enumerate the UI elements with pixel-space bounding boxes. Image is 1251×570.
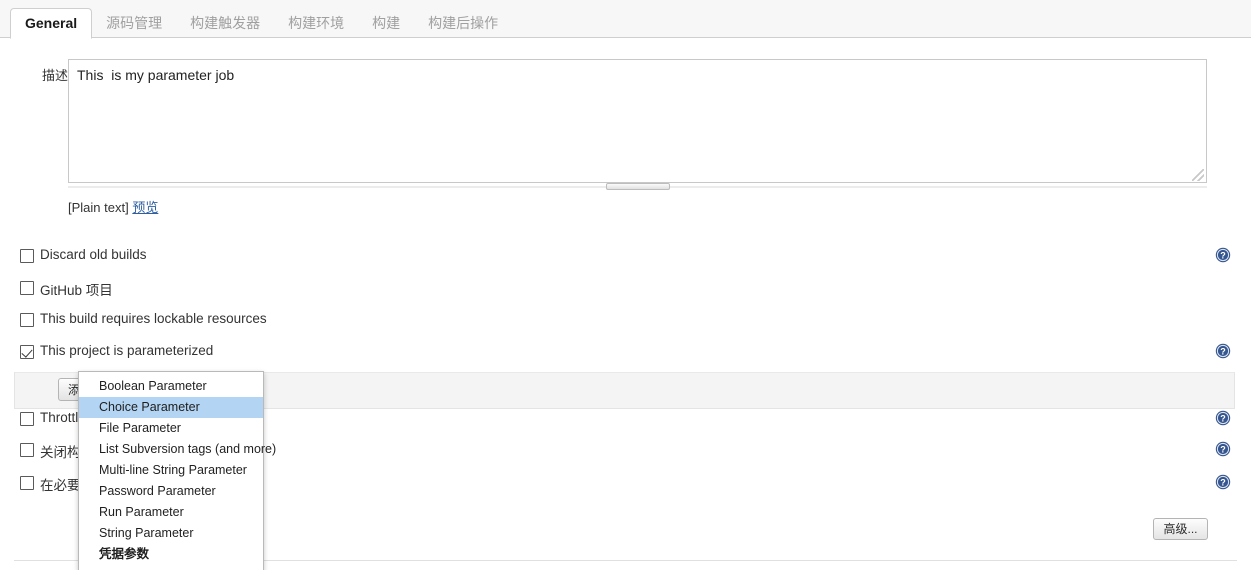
svg-text:?: ? <box>1220 445 1226 455</box>
checkbox-label[interactable]: GitHub 项目 <box>40 279 113 299</box>
menu-item-0[interactable]: Boolean Parameter <box>79 376 263 397</box>
description-label: 描述 <box>41 68 68 83</box>
checkbox-row: GitHub 项目 <box>0 276 1251 308</box>
checkbox-row: Discard old builds? <box>0 244 1251 276</box>
tab-构建[interactable]: 构建 <box>358 8 414 38</box>
svg-text:?: ? <box>1220 478 1226 488</box>
advanced-button[interactable]: 高级... <box>1153 518 1208 540</box>
menu-item-7[interactable]: String Parameter <box>79 523 263 544</box>
help-icon[interactable]: ? <box>1215 410 1231 426</box>
description-markup-line: [Plain text] 预览 <box>68 197 158 216</box>
checkbox-label[interactable]: Discard old builds <box>40 247 147 262</box>
checkbox-row: This build requires lockable resources <box>0 308 1251 340</box>
preview-link[interactable]: 预览 <box>132 200 158 215</box>
description-drag-handle[interactable] <box>605 183 670 190</box>
help-icon[interactable]: ? <box>1215 247 1231 263</box>
menu-item-6[interactable]: Run Parameter <box>79 502 263 523</box>
tab-构建环境[interactable]: 构建环境 <box>274 8 358 38</box>
svg-text:?: ? <box>1220 347 1226 357</box>
jenkins-job-config-page: General源码管理构建触发器构建环境构建构建后操作 描述 [Plain te… <box>0 0 1251 570</box>
menu-item-3[interactable]: List Subversion tags (and more) <box>79 439 276 460</box>
menu-item-1[interactable]: Choice Parameter <box>79 397 263 418</box>
config-tab-bar: General 源码管理 构建触发器 构建环境 构建 构建后操作 <box>0 0 1251 39</box>
help-icon[interactable]: ? <box>1215 343 1231 359</box>
checkbox-label[interactable]: This project is parameterized <box>40 343 213 358</box>
help-icon[interactable]: ? <box>1215 474 1231 490</box>
description-field-wrap <box>68 59 1207 186</box>
tab-源码管理[interactable]: 源码管理 <box>92 8 176 38</box>
tab-构建触发器[interactable]: 构建触发器 <box>176 8 274 38</box>
checkbox-row: This project is parameterized? <box>0 340 1251 372</box>
svg-text:?: ? <box>1220 414 1226 424</box>
menu-item-2[interactable]: File Parameter <box>79 418 263 439</box>
svg-text:?: ? <box>1220 251 1226 261</box>
markup-type-label: [Plain text] <box>68 200 129 215</box>
checkbox-4[interactable] <box>20 412 34 426</box>
checkbox-5[interactable] <box>20 443 34 457</box>
checkbox-1[interactable] <box>20 281 34 295</box>
menu-item-8[interactable]: 凭据参数 <box>79 544 263 565</box>
add-parameter-menu[interactable]: Boolean Parameter Choice Parameter File Pa… <box>78 371 276 570</box>
menu-item-4[interactable]: Multi-line String Parameter <box>79 460 263 481</box>
checkbox-2[interactable] <box>20 313 34 327</box>
description-resize-bar <box>68 183 1207 191</box>
tab-general[interactable]: General <box>10 8 93 39</box>
help-icon[interactable]: ? <box>1215 441 1231 457</box>
checkbox-6[interactable] <box>20 476 34 490</box>
description-input[interactable] <box>68 59 1207 183</box>
checkbox-0[interactable] <box>20 249 34 263</box>
tab-构建后操作[interactable]: 构建后操作 <box>414 8 512 38</box>
checkbox-label[interactable]: This build requires lockable resources <box>40 311 267 326</box>
menu-item-5[interactable]: Password Parameter <box>79 481 263 502</box>
checkbox-3[interactable] <box>20 345 34 359</box>
